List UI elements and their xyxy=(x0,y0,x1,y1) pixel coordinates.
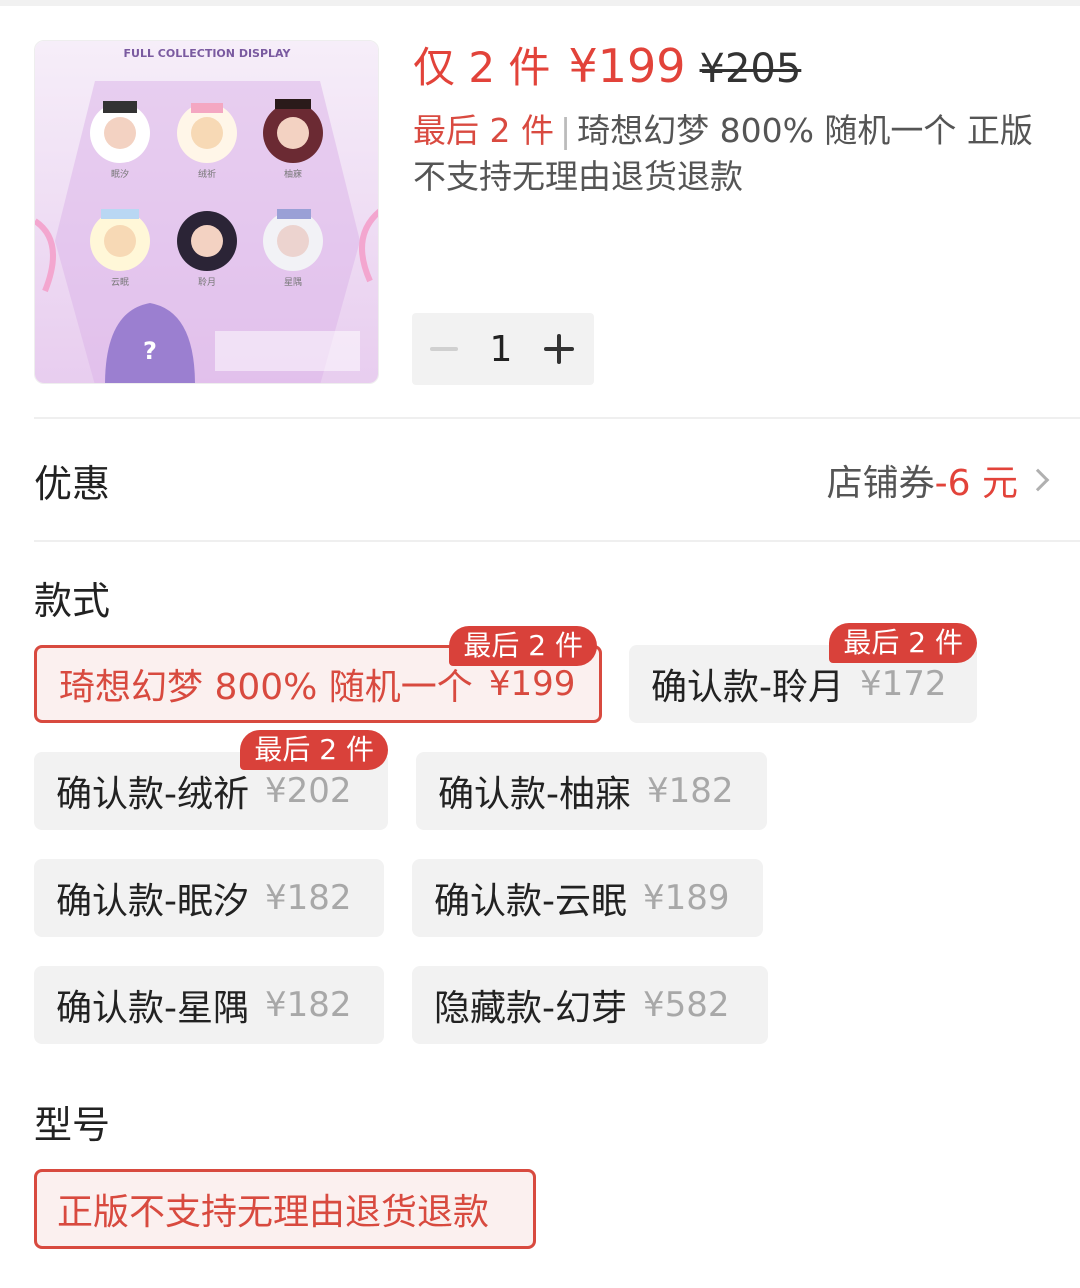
option-price: ¥199 xyxy=(488,664,576,704)
option-name: 确认款-星隅 xyxy=(56,988,249,1029)
coupon-label: 店铺券 xyxy=(826,463,935,504)
coupon-amount: -6 元 xyxy=(934,463,1018,504)
style-option[interactable]: 确认款-柚寐 ¥182 xyxy=(416,752,767,830)
stock-badge: 最后 2 件 xyxy=(449,626,597,666)
option-name: 确认款-柚寐 xyxy=(438,774,631,815)
style-option[interactable]: 确认款-眠汐 ¥182 xyxy=(34,859,384,937)
top-edge xyxy=(0,0,1080,6)
figure-label: 星隅 xyxy=(284,277,302,288)
option-name: 确认款-眠汐 xyxy=(56,881,249,922)
stock-note: 最后 2 件 xyxy=(413,111,554,150)
desc-separator: | xyxy=(559,111,572,150)
model-option[interactable]: 正版不支持无理由退货退款 xyxy=(34,1169,536,1249)
product-thumbnail[interactable]: FULL COLLECTION DISPLAY 眠汐 绒祈 柚寐 云眠 聆月 星… xyxy=(34,40,379,384)
selected-spec-description: 最后 2 件 | 琦想幻梦 800% 随机一个 正版不支持无理由退货退款 xyxy=(413,108,1053,200)
style-option[interactable]: 确认款-星隅 ¥182 xyxy=(34,966,384,1044)
option-price: ¥202 xyxy=(265,771,352,811)
discount-row[interactable]: 优惠 店铺券 -6 元 xyxy=(34,420,1050,540)
style-option[interactable]: 琦想幻梦 800% 随机一个 ¥199 最后 2 件 xyxy=(34,626,602,723)
option-price: ¥582 xyxy=(643,985,730,1025)
style-option[interactable]: 隐藏款-幻芽 ¥582 xyxy=(412,966,768,1044)
figure-label: 眠汐 xyxy=(111,168,129,180)
style-option[interactable]: 确认款-云眠 ¥189 xyxy=(412,859,763,937)
coupon-info: 店铺券 -6 元 xyxy=(826,454,1050,506)
figure-label: 绒祈 xyxy=(198,168,216,180)
increase-button[interactable] xyxy=(526,313,592,385)
option-price: ¥182 xyxy=(265,878,352,918)
figure-label: 柚寐 xyxy=(284,168,302,180)
original-price: ¥205 xyxy=(699,46,802,92)
decrease-button[interactable] xyxy=(412,313,476,385)
figure-label: 聆月 xyxy=(198,276,216,288)
quantity-stepper: 1 xyxy=(412,313,594,385)
stock-badge: 最后 2 件 xyxy=(240,730,388,770)
option-price: ¥189 xyxy=(643,878,730,918)
divider xyxy=(34,540,1080,542)
price-prefix: 仅 2 件 xyxy=(413,43,551,92)
option-price: ¥182 xyxy=(265,985,352,1025)
style-option[interactable]: 确认款-绒祈 ¥202 最后 2 件 xyxy=(34,730,388,830)
chevron-right-icon xyxy=(1026,468,1050,492)
model-section-title: 型号 xyxy=(34,1103,111,1147)
question-mark-icon: ? xyxy=(143,337,157,365)
divider xyxy=(34,417,1080,419)
price-line: 仅 2 件 ¥199 ¥205 xyxy=(413,34,801,94)
figure-lingyue xyxy=(177,211,237,271)
minus-icon xyxy=(430,347,458,351)
option-name: 琦想幻梦 800% 随机一个 xyxy=(59,667,473,708)
option-price: ¥182 xyxy=(647,771,734,811)
option-price: ¥172 xyxy=(860,664,947,704)
figure-label: 云眠 xyxy=(111,277,129,288)
thumbnail-caption: FULL COLLECTION DISPLAY xyxy=(124,47,292,60)
option-name: 确认款-聆月 xyxy=(651,667,844,708)
style-section-title: 款式 xyxy=(34,579,111,623)
figure-rongqi xyxy=(177,103,237,163)
option-name: 隐藏款-幻芽 xyxy=(434,988,627,1029)
quantity-value[interactable]: 1 xyxy=(476,329,526,370)
option-name: 确认款-云眠 xyxy=(434,881,627,922)
stock-badge: 最后 2 件 xyxy=(829,623,977,663)
option-name: 确认款-绒祈 xyxy=(56,774,249,815)
current-price: ¥199 xyxy=(568,39,686,93)
discount-label: 优惠 xyxy=(34,461,111,506)
style-option[interactable]: 确认款-聆月 ¥172 最后 2 件 xyxy=(629,623,977,723)
